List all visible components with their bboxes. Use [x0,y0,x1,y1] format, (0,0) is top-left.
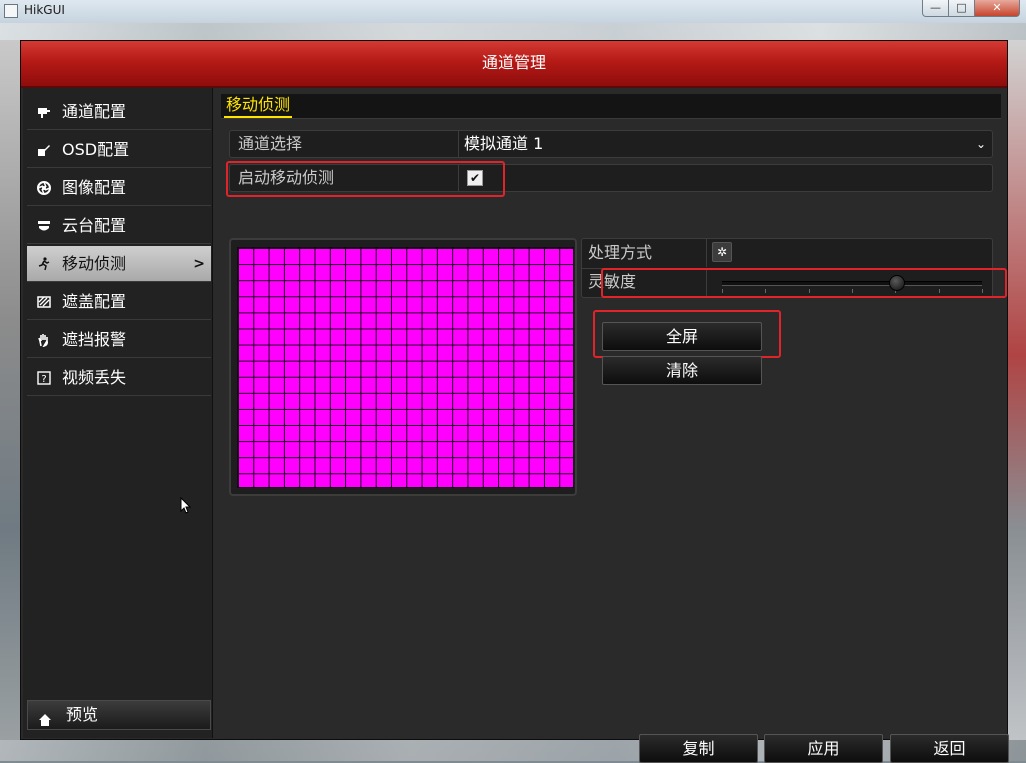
channel-select-dropdown[interactable]: 模拟通道 1 [464,131,543,157]
slider-tick [852,289,853,293]
pen-icon [37,143,51,157]
runner-icon [37,257,51,271]
slider-tick [938,289,940,293]
sidebar-item-channel-config[interactable]: 通道配置 [27,94,211,130]
sidebar-item-image-config[interactable]: 图像配置 [27,170,211,206]
sidebar-item-ptz-config[interactable]: 云台配置 [27,208,211,244]
sidebar-item-osd-config[interactable]: OSD配置 [27,132,211,168]
minimize-button[interactable]: — [922,0,949,17]
sidebar-item-tamper-alarm[interactable]: 遮挡报警 [27,322,211,358]
clear-button[interactable]: 清除 [602,356,762,385]
sidebar-item-label: 云台配置 [62,216,127,235]
sidebar-item-label: 遮挡报警 [62,330,127,349]
background-strip-left [0,40,22,740]
sidebar-item-motion-detection[interactable]: 移动侦测 > [27,246,211,282]
channel-select-label: 通道选择 [238,134,303,153]
sidebar-item-privacy-mask[interactable]: 遮盖配置 [27,284,211,320]
window-controls: — □ ✕ [922,0,1020,18]
channel-management-dialog: 通道管理 通道配置 OSD配置 图像配置 云台配置 移动侦测 > 遮盖配置 遮挡… [20,40,1009,763]
motion-detection-panel: 移动侦测 通道选择 模拟通道 1 ⌄ 启动移动侦测 ✔ 处理方式 ✲ 灵敏度 全… [219,88,1009,763]
aperture-icon [37,181,51,195]
background-strip-right [1008,40,1026,740]
sidebar-item-label: 视频丢失 [62,368,127,387]
slider-tick [722,289,723,293]
chevron-right-icon: > [193,256,205,272]
slider-tick [982,289,983,293]
close-button[interactable]: ✕ [975,0,1020,17]
svg-text:?: ? [41,374,46,385]
enable-motion-row: 启动移动侦测 ✔ [229,164,993,192]
slider-tick [765,289,767,293]
divider [458,165,459,191]
motion-area-panel [229,238,577,496]
divider [706,239,707,267]
sensitivity-ticks [722,289,983,293]
subtab-bar: 移动侦测 [221,94,1001,119]
home-icon [38,708,52,726]
mouse-cursor-icon [180,497,192,514]
divider [706,268,707,296]
sidebar-item-label: 移动侦测 [62,254,127,273]
sidebar-item-label: OSD配置 [62,140,130,159]
sensitivity-row: 灵敏度 [582,268,992,297]
enable-motion-label: 启动移动侦测 [238,168,335,187]
sensitivity-slider-track[interactable] [722,281,982,286]
fullscreen-button[interactable]: 全屏 [602,322,762,351]
hand-icon [37,333,51,348]
handling-row: 处理方式 ✲ [582,239,992,269]
settings-panel: 处理方式 ✲ 灵敏度 [581,238,993,298]
copy-button[interactable]: 复制 [639,734,758,763]
dialog-title: 通道管理 [21,41,1007,88]
gear-icon[interactable]: ✲ [712,242,732,262]
window-title: HikGUI [24,3,65,17]
mask-icon [37,295,51,309]
chevron-down-icon[interactable]: ⌄ [976,131,986,157]
window-titlebar: HikGUI — □ ✕ [0,0,1026,24]
divider [458,131,459,157]
maximize-button[interactable]: □ [949,0,975,17]
sidebar-item-video-loss[interactable]: ? 视频丢失 [27,360,211,396]
ptz-icon [37,219,51,233]
sidebar: 通道配置 OSD配置 图像配置 云台配置 移动侦测 > 遮盖配置 遮挡报警 ? … [23,88,213,738]
app-icon [4,4,18,18]
sensitivity-label: 灵敏度 [588,272,637,291]
sidebar-item-label: 通道配置 [62,102,127,121]
sidebar-item-label: 遮盖配置 [62,292,127,311]
back-button[interactable]: 返回 [890,734,1009,763]
channel-select-row: 通道选择 模拟通道 1 ⌄ [229,130,993,158]
question-icon: ? [37,371,51,385]
sidebar-item-label: 图像配置 [62,178,127,197]
apply-button[interactable]: 应用 [764,734,883,763]
enable-motion-checkbox[interactable]: ✔ [467,170,483,186]
preview-button[interactable]: 预览 [27,700,211,730]
handling-label: 处理方式 [588,243,653,262]
camera-icon [37,105,51,119]
motion-detection-grid[interactable] [237,247,574,488]
slider-tick [808,289,810,293]
tab-motion-detection[interactable]: 移动侦测 [224,94,293,118]
preview-label: 预览 [66,705,99,724]
